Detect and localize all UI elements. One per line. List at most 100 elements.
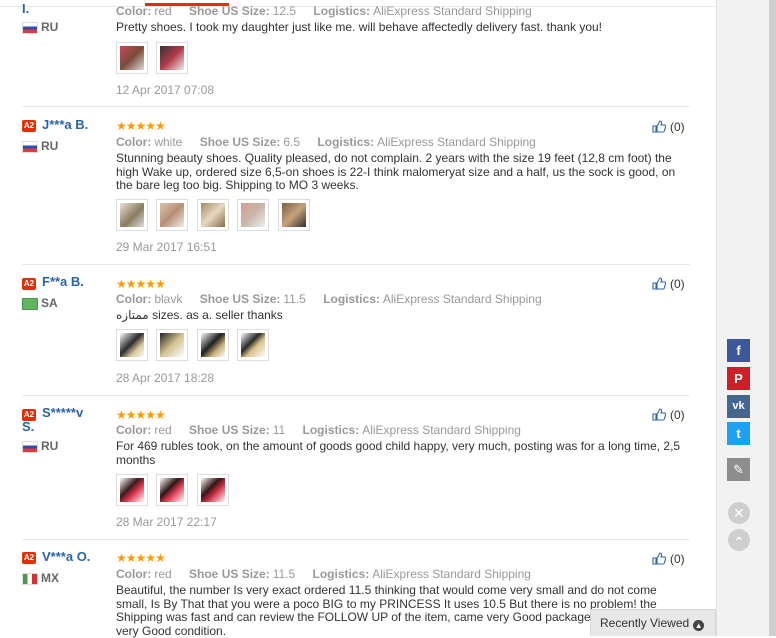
close-icon[interactable]: ✕ [728,502,750,524]
size-label: Shoe US Size: [189,567,270,581]
review-photo[interactable] [196,199,229,231]
reviewer-name[interactable]: S*****v [42,406,83,420]
buyer-level-badge: A2 [22,120,36,132]
review-item: A2 J***a B. RU ★★★★★ (0) Color: white Sho… [0,107,690,265]
review-item: A2 V***a O. MX ★★★★★ (0) Color: red Shoe … [0,540,690,637]
logistics-value: AliExpress Standard Shipping [372,567,531,581]
logistics-value: AliExpress Standard Shipping [377,135,536,149]
review-photo[interactable] [237,199,270,231]
review-photo[interactable] [116,42,148,74]
logistics-value: AliExpress Standard Shipping [373,4,532,18]
flag-icon [22,573,38,585]
facebook-share-icon[interactable]: f [727,339,750,362]
review-photo[interactable] [277,199,310,231]
size-label: Shoe US Size: [189,423,270,437]
review-attributes: Color: blavk Shoe US Size: 11.5 Logistics:… [116,292,542,306]
review-photo[interactable] [156,474,189,506]
size-value: 11.5 [272,567,296,581]
recently-viewed-label: Recently Viewed [600,616,690,630]
color-label: Color: [116,135,152,149]
color-label: Color: [116,423,152,437]
logistics-label: Logistics: [312,567,370,581]
chevron-up-icon: ▲ [693,620,705,631]
review-photo[interactable] [196,474,229,506]
sidebar-edge [716,0,717,636]
reviewer-name-cont: S. [22,419,35,434]
logistics-label: Logistics: [323,292,380,306]
review-photo[interactable] [196,329,229,361]
review-photo[interactable] [156,199,189,231]
color-value: blavk [154,292,183,306]
color-label: Color: [116,567,152,581]
buyer-level-badge: A2 [22,278,36,290]
back-to-top-icon[interactable]: ⌃ [728,529,750,551]
review-photo[interactable] [116,474,148,506]
review-photos [116,42,192,74]
logistics-value: AliExpress Standard Shipping [382,292,542,306]
helpful-button[interactable]: (0) [652,408,685,422]
recently-viewed-tab[interactable]: Recently Viewed ▲ [590,609,716,636]
review-photos [116,474,233,506]
scrollbar[interactable] [769,0,776,636]
review-attributes: Color: red Shoe US Size: 11.5 Logistics: Al… [116,567,531,581]
flag-icon [22,22,38,34]
logistics-label: Logistics: [302,423,360,437]
review-text: ممتازه sizes. as a. seller thanks [116,308,283,322]
reviewer-country: RU [41,20,59,34]
reviewer-country: RU [41,439,59,453]
size-label: Shoe US Size: [199,292,281,306]
vk-share-icon[interactable]: vk [727,395,750,418]
review-attributes: Color: white Shoe US Size: 6.5 Logistics: A… [116,135,536,149]
color-label: Color: [116,292,152,306]
review-item: A2 F**a B. SA ★★★★★ (0) Color: blavk Shoe… [0,265,690,396]
thumbs-up-icon [652,277,666,290]
reviewer-name[interactable]: F**a B. [42,275,84,289]
review-text: For 469 rubles took, on the amount of go… [116,439,681,467]
helpful-button[interactable]: (0) [652,120,685,134]
review-date: 28 Apr 2017 18:28 [116,371,215,385]
reviewer-country: SA [41,296,58,310]
twitter-share-icon[interactable]: t [727,422,750,445]
helpful-count: (0) [670,552,685,566]
flag-icon [22,298,38,310]
buyer-level-badge: A2 [22,552,36,564]
review-photo[interactable] [156,42,189,74]
rating-stars: ★★★★★ [116,119,166,133]
size-value: 6.5 [283,135,301,149]
color-value: red [154,567,172,581]
review-photo[interactable] [116,199,148,231]
review-photo[interactable] [116,329,148,361]
flag-icon [22,441,38,453]
rating-stars: ★★★★★ [116,408,166,422]
reviewer-name[interactable]: I. [22,2,29,16]
thumbs-up-icon [652,408,666,421]
review-photo[interactable] [237,329,270,361]
helpful-button[interactable]: (0) [652,552,685,566]
rating-stars: ★★★★★ [116,551,166,565]
size-label: Shoe US Size: [189,4,270,18]
helpful-count: (0) [670,120,685,134]
reviews-list: I. RU Color: red Shoe US Size: 12.5 Logist… [0,0,716,637]
logistics-label: Logistics: [313,4,371,18]
color-label: Color: [116,4,152,18]
rating-stars: ★★★★★ [116,277,166,291]
review-date: 29 Mar 2017 16:51 [116,240,217,254]
review-photos [116,199,314,231]
thumbs-up-icon [652,120,666,133]
reviewer-country: MX [41,571,59,585]
size-value: 11 [272,423,286,437]
helpful-count: (0) [670,408,685,422]
helpful-button[interactable]: (0) [652,277,685,291]
pinterest-share-icon[interactable]: P [727,367,750,390]
reviewer-name[interactable]: V***a O. [42,550,90,564]
size-value: 12.5 [272,4,297,18]
review-attributes: Color: red Shoe US Size: 11 Logistics: AliE… [116,423,521,437]
color-value: red [154,423,172,437]
color-value: white [154,135,183,149]
review-date: 28 Mar 2017 22:17 [116,515,217,529]
thumbs-up-icon [652,552,666,565]
review-photo[interactable] [156,329,189,361]
edit-icon[interactable]: ✎ [727,458,750,481]
review-text: Stunning beauty shoes. Quality pleased, … [116,151,676,192]
reviewer-name[interactable]: J***a B. [42,118,88,132]
